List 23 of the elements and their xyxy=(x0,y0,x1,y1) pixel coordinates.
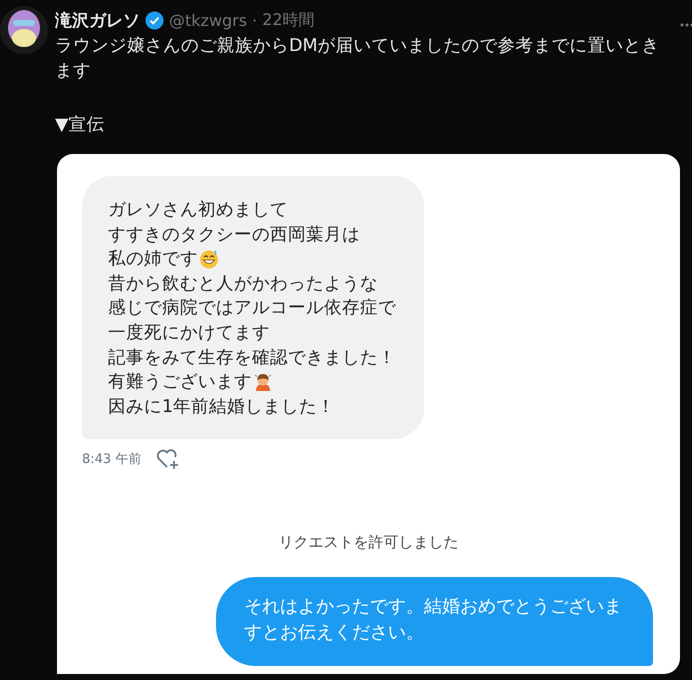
request-accepted-notice: リクエストを許可しました xyxy=(278,533,460,552)
message-line: 昔から飲むと人がかわったような xyxy=(108,272,378,296)
message-line: 私の姉です xyxy=(108,248,198,272)
message-line: 記事をみて生存を確認できました！ xyxy=(108,346,396,370)
message-time: 8:43 午前 xyxy=(82,451,142,468)
message-line: 因みに1年前結婚しました！ xyxy=(108,396,336,419)
avatar-icon[interactable] xyxy=(0,6,48,54)
message-line: ガレソさん初めまして xyxy=(108,199,288,222)
post-text: ラウンジ嬢さんのご親族からDMが届いていましたので参考までに置いときます xyxy=(55,35,661,83)
message-line: 一度死にかけてます xyxy=(108,322,270,345)
separator: · xyxy=(252,10,258,30)
author-name[interactable]: 滝沢ガレソ xyxy=(55,8,140,32)
message-line: 有難うございます xyxy=(108,371,252,394)
sent-message-bubble: それはよかったです。結婚おめでとうございますとお伝えください。 xyxy=(216,577,653,666)
message-line: 感じで病院ではアルコール依存症で xyxy=(108,297,396,320)
author-handle[interactable]: @tkzwgrs xyxy=(169,10,248,30)
attached-screenshot[interactable]: ガレソさん初めまして すすきのタクシーの西岡葉月は 私の姉です 昔から飲むと人がかわったような 感じで病院ではアルコール依存症で 一度死にかけてます 記事をみて生存を確認できました！ 有難うございます 因みに1年前結婚しました！ 8:43 午前 リクエストを許可しました それはよかったです。結婚おめでとうございますとお伝えください。 xyxy=(57,154,680,674)
post-tag: ▼宣伝 xyxy=(55,113,692,138)
message-line: すすきのタクシーの西岡葉月は xyxy=(108,224,360,247)
grinning-sweat-emoji-icon xyxy=(199,249,219,270)
bowing-person-emoji-icon xyxy=(253,372,273,392)
more-icon[interactable] xyxy=(680,23,692,27)
post-time[interactable]: 22時間 xyxy=(262,10,315,30)
